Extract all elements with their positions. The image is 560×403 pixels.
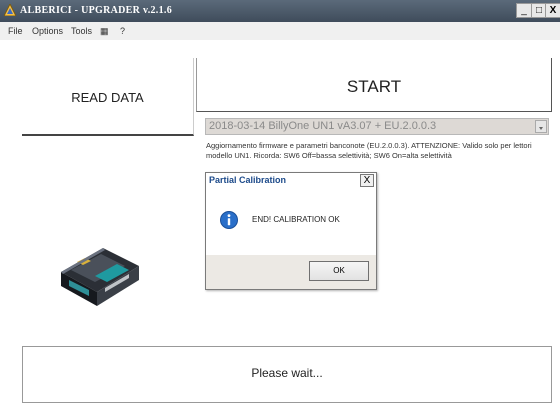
dialog-close-button[interactable]: X [360, 174, 374, 187]
menu-help[interactable]: ? [120, 26, 125, 36]
status-panel: Please wait... [22, 346, 552, 403]
menu-grid-icon[interactable]: ▦ [100, 26, 109, 37]
dialog-title-bar[interactable]: Partial Calibration X [206, 173, 376, 189]
menu-bar: File Options Tools ▦ ? [0, 22, 560, 40]
status-text: Please wait... [251, 366, 323, 380]
firmware-description: Aggiornamento firmware e parametri banco… [206, 141, 532, 160]
dialog-message: END! CALIBRATION OK [252, 215, 340, 224]
upgrader-window: ALBERICI - UPGRADER v.2.1.6 _ □ X File O… [0, 0, 560, 403]
ok-button[interactable]: OK [309, 261, 369, 281]
menu-tools[interactable]: Tools [71, 26, 92, 36]
title-bar[interactable]: ALBERICI - UPGRADER v.2.1.6 _ □ X [0, 0, 560, 22]
info-icon [220, 211, 238, 229]
minimize-button[interactable]: _ [516, 3, 532, 18]
menu-file[interactable]: File [8, 26, 23, 36]
dialog-title: Partial Calibration [209, 175, 287, 185]
bill-validator-device-image [61, 248, 139, 306]
firmware-select-value: 2018-03-14 BillyOne UN1 vA3.07 + EU.2.0.… [209, 120, 437, 132]
app-logo-icon [4, 4, 16, 16]
start-label: START [346, 77, 402, 96]
firmware-select[interactable]: 2018-03-14 BillyOne UN1 vA3.07 + EU.2.0.… [205, 118, 549, 135]
partial-calibration-dialog: Partial Calibration X END! CALIBRATION O… [205, 172, 377, 290]
read-data-label: READ DATA [71, 90, 144, 105]
read-data-button[interactable]: READ DATA [22, 58, 194, 136]
close-button[interactable]: X [545, 3, 560, 18]
dialog-body: END! CALIBRATION OK [206, 189, 376, 255]
menu-options[interactable]: Options [32, 26, 63, 36]
window-title: ALBERICI - UPGRADER v.2.1.6 [20, 5, 173, 16]
chevron-down-icon[interactable] [535, 120, 547, 133]
start-button[interactable]: START [196, 58, 552, 112]
